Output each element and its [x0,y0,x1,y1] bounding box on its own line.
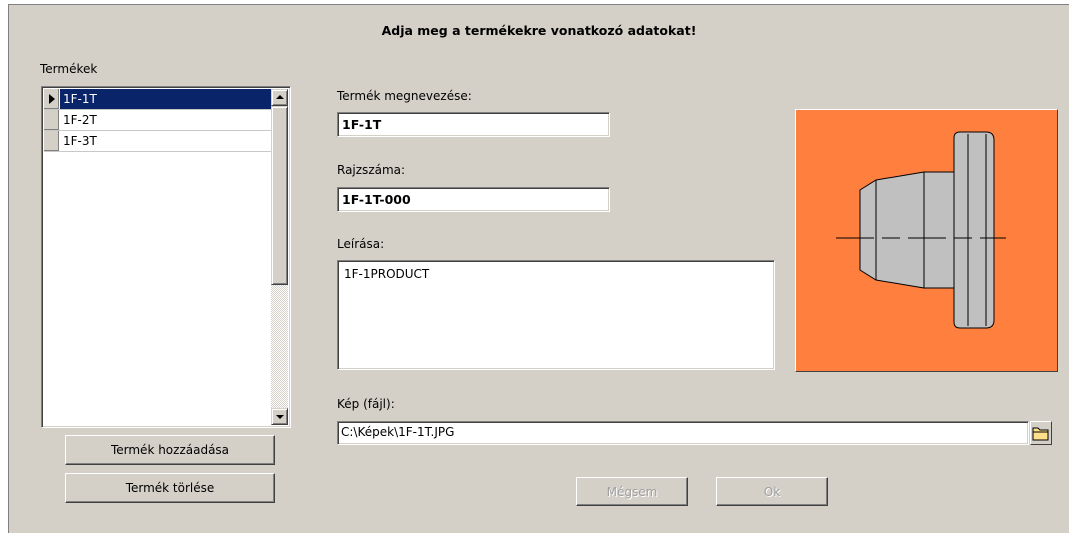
drawing-number-field[interactable]: 1F-1T-000 [337,187,610,212]
dialog-heading: Adja meg a termékekre vonatkozó adatokat… [381,23,697,38]
list-item[interactable]: 1F-2T [44,110,271,131]
add-product-button[interactable]: Termék hozzáadása [65,435,275,465]
scroll-up-icon [276,95,284,99]
list-item[interactable]: 1F-1T [44,89,271,110]
image-file-field[interactable]: C:\Képek\1F-1T.JPG [337,421,1029,445]
delete-product-button[interactable]: Termék törlése [65,473,275,503]
browse-button[interactable] [1030,421,1052,445]
row-header [44,110,59,130]
scroll-down-icon [276,415,284,419]
row-header [44,89,59,109]
row-header [44,131,59,151]
list-item[interactable]: 1F-3T [44,131,271,152]
drawing-number-label: Rajzszáma: [337,163,406,177]
cancel-button[interactable]: Mégsem [576,477,688,506]
description-field[interactable]: 1F-1PRODUCT [337,260,775,370]
products-listbox[interactable]: 1F-1T 1F-2T 1F-3T [41,86,291,428]
folder-icon [1032,427,1049,441]
scroll-down-button[interactable] [271,408,288,425]
products-scrollbar[interactable] [271,89,288,425]
list-item-label: 1F-3T [63,134,97,148]
product-image-preview [795,109,1058,372]
row-pointer-icon [49,94,55,104]
products-label: Termékek [40,62,98,76]
scroll-thumb[interactable] [271,106,288,285]
image-file-label: Kép (fájl): [337,397,395,411]
scroll-up-button[interactable] [271,89,288,106]
list-item-label: 1F-1T [60,89,271,109]
list-item-label: 1F-2T [63,113,97,127]
part-drawing-image [836,131,1006,329]
product-dialog: Adja meg a termékekre vonatkozó adatokat… [8,4,1069,533]
description-label: Leírása: [337,237,385,251]
product-name-label: Termék megnevezése: [337,89,472,103]
ok-button[interactable]: Ok [716,477,828,506]
product-name-field[interactable]: 1F-1T [337,112,610,137]
